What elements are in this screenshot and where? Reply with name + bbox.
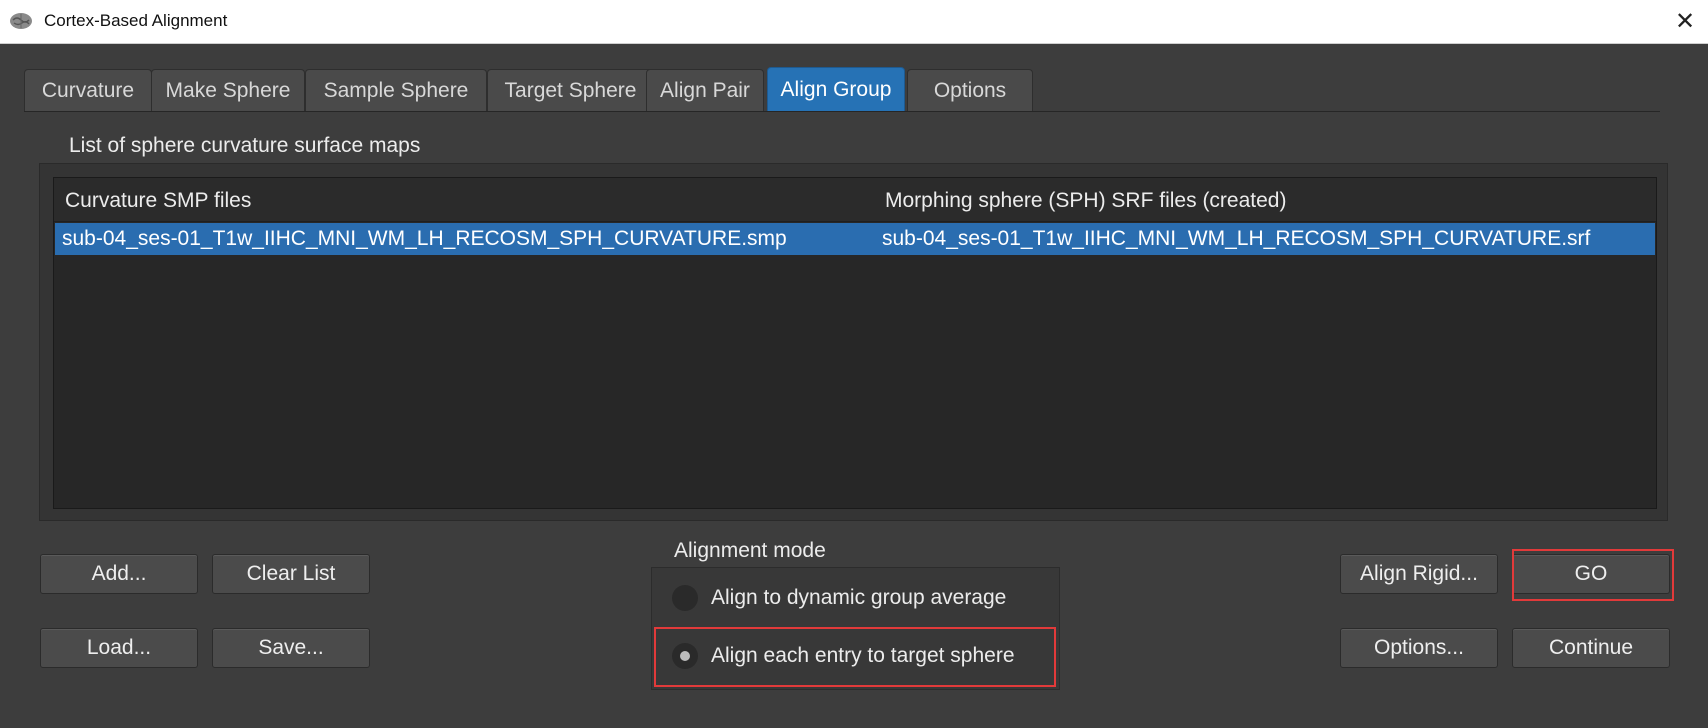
title-bar: Cortex-Based Alignment ✕ <box>0 0 1708 44</box>
radio-dynamic-group-average[interactable]: Align to dynamic group average <box>652 576 1059 620</box>
tab-curvature[interactable]: Curvature <box>24 69 152 112</box>
tab-options[interactable]: Options <box>907 69 1033 112</box>
radio-target-sphere[interactable]: Align each entry to target sphere <box>652 634 1059 678</box>
continue-button[interactable]: Continue <box>1512 628 1670 668</box>
table-row[interactable]: sub-04_ses-01_T1w_IIHC_MNI_WM_LH_RECOSM_… <box>55 223 1655 255</box>
tab-align-group[interactable]: Align Group <box>767 67 905 112</box>
radio-button-checked[interactable] <box>672 643 698 669</box>
tab-target-sphere[interactable]: Target Sphere <box>487 69 654 112</box>
save-button[interactable]: Save... <box>212 628 370 668</box>
window-title: Cortex-Based Alignment <box>44 11 228 30</box>
options-button[interactable]: Options... <box>1340 628 1498 668</box>
brain-icon <box>10 13 32 29</box>
load-button[interactable]: Load... <box>40 628 198 668</box>
radio-label: Align each entry to target sphere <box>711 644 1015 667</box>
alignment-mode-group: Align to dynamic group average Align eac… <box>651 567 1060 690</box>
tab-sample-sphere[interactable]: Sample Sphere <box>305 69 487 112</box>
cell-srf-file: sub-04_ses-01_T1w_IIHC_MNI_WM_LH_RECOSM_… <box>882 227 1591 250</box>
radio-label: Align to dynamic group average <box>711 586 1007 609</box>
list-header: Curvature SMP files Morphing sphere (SPH… <box>54 178 1656 222</box>
close-icon[interactable]: ✕ <box>1662 0 1708 43</box>
tab-divider <box>24 111 1660 112</box>
clear-list-button[interactable]: Clear List <box>212 554 370 594</box>
add-button[interactable]: Add... <box>40 554 198 594</box>
list-group-label: List of sphere curvature surface maps <box>69 134 421 157</box>
radio-button-unchecked[interactable] <box>672 585 698 611</box>
column-header-srf[interactable]: Morphing sphere (SPH) SRF files (created… <box>885 189 1286 213</box>
column-header-smp[interactable]: Curvature SMP files <box>65 189 251 213</box>
go-button[interactable]: GO <box>1512 554 1670 594</box>
alignment-mode-label: Alignment mode <box>674 539 826 562</box>
tab-align-pair[interactable]: Align Pair <box>646 69 764 112</box>
file-list[interactable]: Curvature SMP files Morphing sphere (SPH… <box>53 177 1657 509</box>
align-rigid-button[interactable]: Align Rigid... <box>1340 554 1498 594</box>
tab-make-sphere[interactable]: Make Sphere <box>151 69 305 112</box>
cell-smp-file: sub-04_ses-01_T1w_IIHC_MNI_WM_LH_RECOSM_… <box>62 227 787 250</box>
